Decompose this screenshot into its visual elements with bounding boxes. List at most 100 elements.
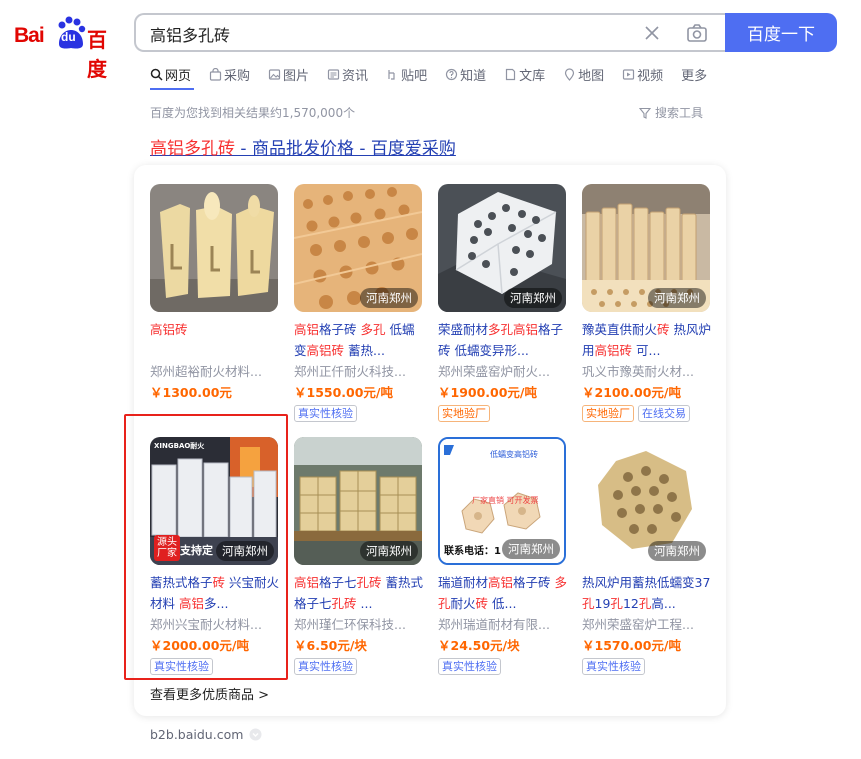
baidu-logo[interactable]: Bai du 百度 (14, 14, 122, 81)
location-badge: 河南郑州 (360, 541, 418, 561)
product-price: ￥6.50元/块 (294, 638, 367, 653)
product-title[interactable]: 高铝砖 (150, 319, 280, 361)
search-box (134, 13, 728, 52)
product-title[interactable]: 高铝格子砖 多孔 低蠕变高铝砖 蓄热... (294, 319, 424, 361)
tab-label: 贴吧 (401, 68, 428, 84)
result-title-link[interactable]: 高铝多孔砖 - 商品批发价格 - 百度爱采购 (150, 134, 456, 159)
factory-verified-tag: 实地验厂 (582, 405, 634, 422)
result-count: 百度为您找到相关结果约1,570,000个 (150, 106, 356, 120)
map-icon (565, 67, 575, 81)
tab-label: 采购 (224, 68, 251, 84)
search-input[interactable] (150, 23, 620, 45)
product-tags: 真实性核验 (438, 658, 568, 675)
product-tags: 实地验厂 (438, 405, 568, 422)
product-item[interactable]: 低蠕变高铝砖 厂家直销 可开发票 联系电话：1 河南郑州 瑞道耐材高铝格子砖 多… (438, 437, 568, 675)
product-tags: 实地验厂 在线交易 (582, 405, 712, 422)
news-icon (327, 68, 340, 80)
search-tools-label: 搜索工具 (655, 106, 704, 120)
product-shop[interactable]: 郑州荣盛窑炉耐火... (438, 361, 568, 382)
tab-wenku[interactable]: 文库 (504, 64, 545, 84)
location-badge: 河南郑州 (648, 288, 706, 308)
tab-label: 视频 (637, 68, 664, 84)
filter-icon (639, 107, 651, 119)
location-badge: 河南郑州 (502, 539, 560, 559)
more-products-link[interactable]: 查看更多优质商品 > (150, 684, 269, 703)
product-shop[interactable]: 郑州瑞道耐材有限... (438, 614, 568, 635)
product-item[interactable]: 河南郑州 豫英直供耐火砖 热风炉用高铝砖 可... 巩义市豫英耐火材... ￥2… (582, 184, 712, 422)
search-button[interactable]: 百度一下 (725, 13, 837, 52)
tab-zhidao[interactable]: 知道 (445, 64, 486, 84)
tab-label: 网页 (165, 68, 192, 84)
product-image[interactable]: 河南郑州 (582, 184, 710, 312)
product-item[interactable]: 河南郑州 高铝格子七孔砖 蓄热式格子七孔砖 ... 郑州瑾仁环保科技... ￥6… (294, 437, 424, 675)
product-photo (150, 184, 278, 312)
tab-webpage[interactable]: 网页 (150, 64, 191, 84)
question-icon (445, 68, 458, 80)
tab-video[interactable]: 视频 (622, 64, 663, 84)
product-shop[interactable]: 郑州荣盛窑炉工程... (582, 614, 712, 635)
product-image[interactable] (150, 184, 278, 312)
verify-tag: 真实性核验 (294, 658, 357, 675)
product-shop[interactable]: 郑州超裕耐火材料... (150, 361, 280, 382)
doc-icon (505, 68, 516, 80)
source-url: b2b.baidu.com (150, 727, 244, 742)
active-tab-indicator (150, 88, 194, 90)
product-title[interactable]: 瑞道耐材高铝格子砖 多孔耐火砖 低... (438, 572, 568, 614)
tab-purchase[interactable]: 采购 (209, 64, 250, 84)
product-item[interactable]: 高铝砖 郑州超裕耐火材料... ￥1300.00元 (150, 184, 280, 403)
tab-more[interactable]: 更多 (681, 64, 707, 84)
close-icon[interactable] (642, 23, 662, 43)
product-shop[interactable]: 郑州瑾仁环保科技... (294, 614, 424, 635)
selection-highlight (124, 414, 288, 680)
product-item[interactable]: 河南郑州 荣盛耐材多孔高铝格子砖 低蠕变异形... 郑州荣盛窑炉耐火... ￥1… (438, 184, 568, 422)
verify-tag: 真实性核验 (294, 405, 357, 422)
product-title[interactable]: 荣盛耐材多孔高铝格子砖 低蠕变异形... (438, 319, 568, 361)
search-tabs: 网页 采购 图片 资讯 贴吧 知道 文库 地图 视频 更多 (150, 64, 725, 86)
product-tags: 真实性核验 (294, 658, 424, 675)
product-overlay-text: 厂家直销 可开发票 (472, 496, 539, 505)
result-title-rest: - 商品批发价格 - 百度爱采购 (235, 139, 456, 159)
product-title[interactable]: 高铝格子七孔砖 蓄热式格子七孔砖 ... (294, 572, 424, 614)
chevron-down-icon[interactable] (249, 728, 262, 741)
product-price: ￥1550.00元/吨 (294, 385, 393, 400)
camera-icon[interactable] (686, 23, 708, 43)
shop-icon (209, 67, 222, 81)
logo-text-bai: Bai (14, 24, 45, 47)
product-image[interactable]: 河南郑州 (438, 184, 566, 312)
product-image[interactable]: 低蠕变高铝砖 厂家直销 可开发票 联系电话：1 河南郑州 (438, 437, 566, 565)
result-source[interactable]: b2b.baidu.com (150, 727, 262, 742)
product-title[interactable]: 豫英直供耐火砖 热风炉用高铝砖 可... (582, 319, 712, 361)
product-overlay-text: 低蠕变高铝砖 (490, 450, 538, 459)
tieba-icon (388, 69, 395, 80)
product-image[interactable]: 河南郑州 (582, 437, 710, 565)
product-price: ￥1900.00元/吨 (438, 385, 537, 400)
tab-label: 资讯 (342, 68, 369, 84)
tab-news[interactable]: 资讯 (327, 64, 368, 84)
video-icon (623, 68, 635, 80)
product-image[interactable]: 河南郑州 (294, 184, 422, 312)
search-icon (150, 68, 163, 81)
tab-label: 文库 (519, 68, 546, 84)
verify-tag: 真实性核验 (438, 658, 501, 675)
logo-text-cn: 百度 (87, 28, 107, 81)
product-item[interactable]: 河南郑州 高铝格子砖 多孔 低蠕变高铝砖 蓄热... 郑州正仟耐火科技... ￥… (294, 184, 424, 422)
tab-label: 图片 (283, 68, 310, 84)
result-title-highlight: 高铝多孔砖 (150, 139, 235, 159)
tab-label: 地图 (578, 68, 605, 84)
tab-tieba[interactable]: 贴吧 (386, 64, 427, 84)
product-title[interactable]: 热风炉用蓄热低蠕变37孔19孔12孔高... (582, 572, 712, 614)
location-badge: 河南郑州 (648, 541, 706, 561)
product-tags: 真实性核验 (294, 405, 424, 422)
location-badge: 河南郑州 (360, 288, 418, 308)
product-shop[interactable]: 巩义市豫英耐火材... (582, 361, 712, 382)
tab-images[interactable]: 图片 (268, 64, 309, 84)
product-shop[interactable]: 郑州正仟耐火科技... (294, 361, 424, 382)
product-item[interactable]: 河南郑州 热风炉用蓄热低蠕变37孔19孔12孔高... 郑州荣盛窑炉工程... … (582, 437, 712, 675)
search-tools-button[interactable]: 搜索工具 (639, 104, 703, 121)
product-overlay-text: 联系电话：1 (444, 546, 501, 557)
image-icon (268, 68, 281, 80)
tab-label: 知道 (460, 68, 487, 84)
product-price: ￥1300.00元 (150, 385, 232, 400)
tab-map[interactable]: 地图 (563, 64, 604, 84)
product-image[interactable]: 河南郑州 (294, 437, 422, 565)
